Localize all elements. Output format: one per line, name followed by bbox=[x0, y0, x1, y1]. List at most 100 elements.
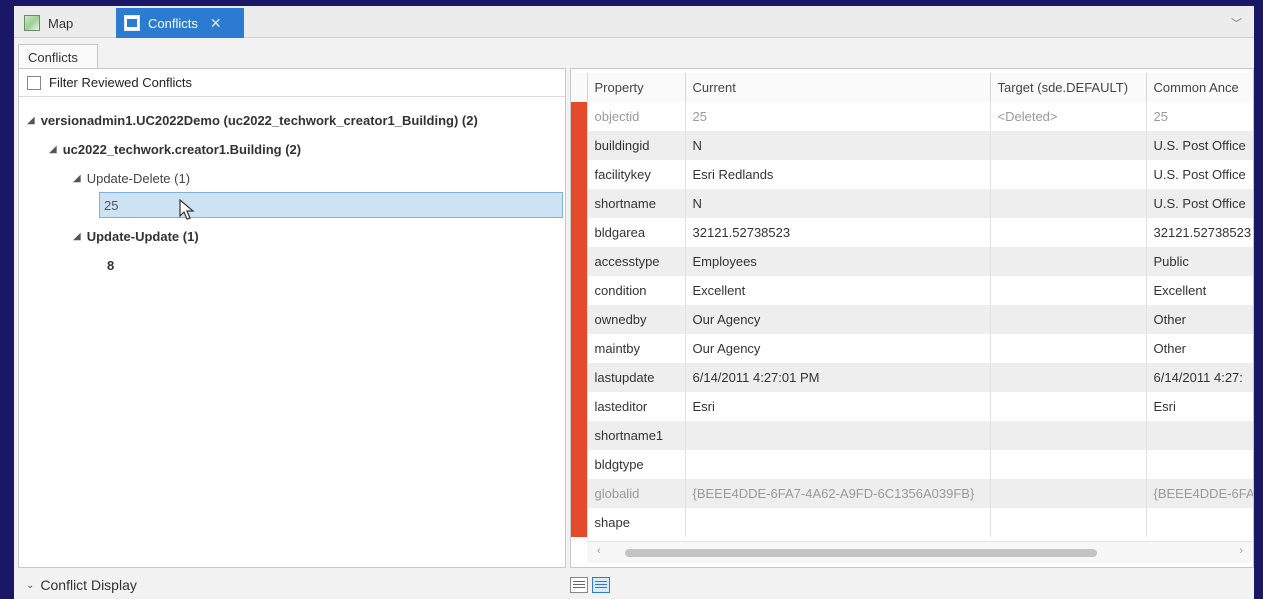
tree-node-update-delete[interactable]: ◢ Update-Delete (1) bbox=[73, 165, 190, 191]
cell-current[interactable]: 32121.52738523 bbox=[684, 218, 990, 247]
tab-map[interactable]: Map bbox=[16, 8, 110, 38]
cell-current[interactable]: 6/14/2011 4:27:01 PM bbox=[684, 363, 990, 392]
cell-common[interactable]: U.S. Post Office bbox=[1145, 131, 1253, 160]
cell-property[interactable]: facilitykey bbox=[586, 160, 685, 189]
cell-target[interactable] bbox=[989, 392, 1146, 421]
column-header-target[interactable]: Target (sde.DEFAULT) bbox=[989, 73, 1146, 102]
tab-conflicts[interactable]: Conflicts ✕ bbox=[116, 8, 244, 38]
cell-target[interactable] bbox=[989, 479, 1146, 508]
cell-property[interactable]: bldgtype bbox=[586, 450, 685, 479]
collapse-icon[interactable]: ◢ bbox=[73, 231, 81, 242]
cell-property[interactable]: shape bbox=[586, 508, 685, 537]
column-header-current[interactable]: Current bbox=[684, 73, 990, 102]
tree-node-layer[interactable]: ◢ uc2022_techwork.creator1.Building (2) bbox=[49, 136, 301, 162]
cell-current[interactable]: {BEEE4DDE-6FA7-4A62-A9FD-6C1356A039FB} bbox=[684, 479, 990, 508]
table-row[interactable]: accesstype Employees Public bbox=[571, 247, 1253, 276]
table-row[interactable]: bldgtype bbox=[571, 450, 1253, 479]
table-row[interactable]: condition Excellent Excellent bbox=[571, 276, 1253, 305]
cell-property[interactable]: shortname1 bbox=[586, 421, 685, 450]
cell-property[interactable]: objectid bbox=[586, 102, 685, 131]
table-row[interactable]: objectid 25 <Deleted> 25 bbox=[571, 102, 1253, 131]
cell-property[interactable]: lasteditor bbox=[586, 392, 685, 421]
cell-common[interactable]: 6/14/2011 4:27: bbox=[1145, 363, 1253, 392]
cell-current[interactable] bbox=[684, 508, 990, 537]
cell-common[interactable]: {BEEE4DDE-6FA bbox=[1145, 479, 1253, 508]
cell-common[interactable]: Other bbox=[1145, 305, 1253, 334]
cell-current[interactable] bbox=[684, 450, 990, 479]
cell-current[interactable]: N bbox=[684, 131, 990, 160]
subtab-conflicts[interactable]: Conflicts bbox=[18, 44, 98, 69]
cell-target[interactable] bbox=[989, 247, 1146, 276]
cell-common[interactable]: Excellent bbox=[1145, 276, 1253, 305]
table-row[interactable]: buildingid N U.S. Post Office bbox=[571, 131, 1253, 160]
cell-current[interactable]: Our Agency bbox=[684, 305, 990, 334]
tree-node-update-update[interactable]: ◢ Update-Update (1) bbox=[73, 223, 199, 249]
cell-target[interactable] bbox=[989, 421, 1146, 450]
chevron-down-icon[interactable]: ﹀ bbox=[1231, 15, 1242, 31]
table-row[interactable]: globalid {BEEE4DDE-6FA7-4A62-A9FD-6C1356A… bbox=[571, 479, 1253, 508]
scroll-right-icon[interactable]: › bbox=[1239, 545, 1243, 557]
table-row[interactable]: ownedby Our Agency Other bbox=[571, 305, 1253, 334]
cell-target[interactable]: <Deleted> bbox=[989, 102, 1146, 131]
table-row[interactable]: shortname1 bbox=[571, 421, 1253, 450]
cell-target[interactable] bbox=[989, 305, 1146, 334]
cell-target[interactable] bbox=[989, 450, 1146, 479]
table-row[interactable]: maintby Our Agency Other bbox=[571, 334, 1253, 363]
cell-current[interactable]: Excellent bbox=[684, 276, 990, 305]
table-row[interactable]: facilitykey Esri Redlands U.S. Post Office bbox=[571, 160, 1253, 189]
cell-current[interactable] bbox=[684, 421, 990, 450]
filter-reviewed-conflicts[interactable]: Filter Reviewed Conflicts bbox=[19, 69, 565, 97]
cell-target[interactable] bbox=[989, 334, 1146, 363]
close-icon[interactable]: ✕ bbox=[210, 15, 222, 32]
list-view-icon[interactable] bbox=[570, 577, 588, 593]
cell-target[interactable] bbox=[989, 160, 1146, 189]
collapse-icon[interactable]: ◢ bbox=[73, 173, 81, 184]
cell-target[interactable] bbox=[989, 276, 1146, 305]
cell-target[interactable] bbox=[989, 363, 1146, 392]
column-header-property[interactable]: Property bbox=[586, 73, 685, 102]
cell-property[interactable]: globalid bbox=[586, 479, 685, 508]
cell-current[interactable]: Our Agency bbox=[684, 334, 990, 363]
table-view-icon[interactable] bbox=[592, 577, 610, 593]
horizontal-scrollbar[interactable]: ‹ › bbox=[587, 541, 1253, 563]
cell-common[interactable]: 25 bbox=[1145, 102, 1253, 131]
table-row[interactable]: lastupdate 6/14/2011 4:27:01 PM 6/14/2011 … bbox=[571, 363, 1253, 392]
scrollbar-thumb[interactable] bbox=[625, 549, 1097, 557]
scroll-left-icon[interactable]: ‹ bbox=[597, 545, 601, 557]
cell-target[interactable] bbox=[989, 131, 1146, 160]
cell-common[interactable]: U.S. Post Office bbox=[1145, 160, 1253, 189]
tree-node-root[interactable]: ◢ versionadmin1.UC2022Demo (uc2022_techw… bbox=[27, 107, 478, 133]
table-row[interactable]: shortname N U.S. Post Office bbox=[571, 189, 1253, 218]
cell-current[interactable]: Esri Redlands bbox=[684, 160, 990, 189]
tree-node-feature-25[interactable]: 25 bbox=[99, 192, 563, 218]
tree-node-feature-8[interactable]: 8 bbox=[107, 252, 114, 278]
collapse-icon[interactable]: ◢ bbox=[49, 144, 57, 155]
cell-current[interactable]: N bbox=[684, 189, 990, 218]
cell-property[interactable]: maintby bbox=[586, 334, 685, 363]
cell-current[interactable]: Employees bbox=[684, 247, 990, 276]
cell-property[interactable]: accesstype bbox=[586, 247, 685, 276]
cell-property[interactable]: lastupdate bbox=[586, 363, 685, 392]
cell-common[interactable] bbox=[1145, 450, 1253, 479]
cell-target[interactable] bbox=[989, 508, 1146, 537]
cell-property[interactable]: buildingid bbox=[586, 131, 685, 160]
cell-current[interactable]: 25 bbox=[684, 102, 990, 131]
table-row[interactable]: lasteditor Esri Esri bbox=[571, 392, 1253, 421]
cell-property[interactable]: ownedby bbox=[586, 305, 685, 334]
cell-common[interactable] bbox=[1145, 508, 1253, 537]
filter-checkbox[interactable] bbox=[27, 75, 41, 90]
table-row[interactable]: bldgarea 32121.52738523 32121.52738523 bbox=[571, 218, 1253, 247]
conflict-display-toggle[interactable]: ⌄ Conflict Display bbox=[26, 577, 137, 593]
collapse-icon[interactable]: ◢ bbox=[27, 115, 35, 126]
cell-common[interactable]: Public bbox=[1145, 247, 1253, 276]
cell-common[interactable]: Esri bbox=[1145, 392, 1253, 421]
table-row[interactable]: shape bbox=[571, 508, 1253, 537]
cell-common[interactable] bbox=[1145, 421, 1253, 450]
column-header-common-ancestor[interactable]: Common Ance bbox=[1145, 73, 1253, 102]
cell-target[interactable] bbox=[989, 218, 1146, 247]
cell-property[interactable]: shortname bbox=[586, 189, 685, 218]
cell-common[interactable]: 32121.52738523 bbox=[1145, 218, 1253, 247]
cell-property[interactable]: bldgarea bbox=[586, 218, 685, 247]
cell-current[interactable]: Esri bbox=[684, 392, 990, 421]
cell-target[interactable] bbox=[989, 189, 1146, 218]
